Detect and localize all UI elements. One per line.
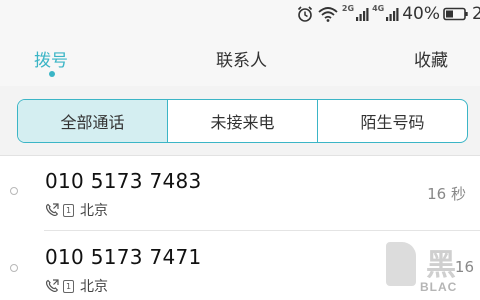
active-tab-indicator — [49, 71, 55, 77]
timeline-dot — [10, 264, 18, 272]
battery-percent: 40% — [402, 4, 440, 24]
phone-number: 010 5173 7483 — [45, 169, 202, 193]
call-location: 北京 — [80, 279, 108, 295]
wifi-icon — [317, 5, 339, 23]
call-meta: 1 北京 — [45, 200, 108, 220]
network-2g-label: 2G — [341, 4, 355, 13]
call-duration: 16 秒 — [427, 185, 466, 203]
timeline-dot — [10, 187, 18, 195]
call-log-list: 010 5173 7483 1 北京 16 秒 010 5173 7471 1 … — [0, 156, 480, 300]
filter-all-calls[interactable]: 全部通话 — [18, 100, 167, 142]
filter-missed-calls[interactable]: 未接来电 — [167, 100, 317, 142]
network-4g-label: 4G — [372, 4, 385, 13]
row-divider — [44, 230, 480, 231]
outgoing-call-icon — [45, 279, 59, 293]
tab-favorites[interactable]: 收藏 — [414, 46, 448, 71]
clock-partial: 2 — [472, 4, 480, 24]
call-meta: 1 北京 — [45, 276, 108, 296]
signal-4g-icon — [385, 6, 399, 22]
call-log-row[interactable]: 010 5173 7471 1 北京 16 — [0, 232, 480, 300]
status-bar: 2G 4G 40% 2 — [0, 0, 480, 30]
status-icons: 2G 4G 40% 2 — [296, 3, 480, 25]
tab-dial[interactable]: 拨号 — [34, 46, 68, 71]
outgoing-call-icon — [45, 203, 59, 217]
sim-card-icon: 1 — [63, 279, 74, 293]
call-log-row[interactable]: 010 5173 7483 1 北京 16 秒 — [0, 156, 480, 231]
phone-number: 010 5173 7471 — [45, 245, 202, 269]
call-filter-segment: 全部通话 未接来电 陌生号码 — [17, 99, 468, 143]
call-filter-bar: 全部通话 未接来电 陌生号码 — [0, 86, 480, 156]
top-tab-bar: 拨号 联系人 收藏 — [0, 30, 480, 86]
sim-card-icon: 1 — [63, 203, 74, 217]
filter-unknown-numbers[interactable]: 陌生号码 — [317, 100, 467, 142]
tab-contacts[interactable]: 联系人 — [216, 46, 267, 71]
call-duration: 16 — [454, 258, 474, 276]
alarm-icon — [296, 5, 314, 23]
call-location: 北京 — [80, 203, 108, 219]
battery-icon — [443, 6, 469, 22]
signal-2g-icon — [355, 6, 369, 22]
